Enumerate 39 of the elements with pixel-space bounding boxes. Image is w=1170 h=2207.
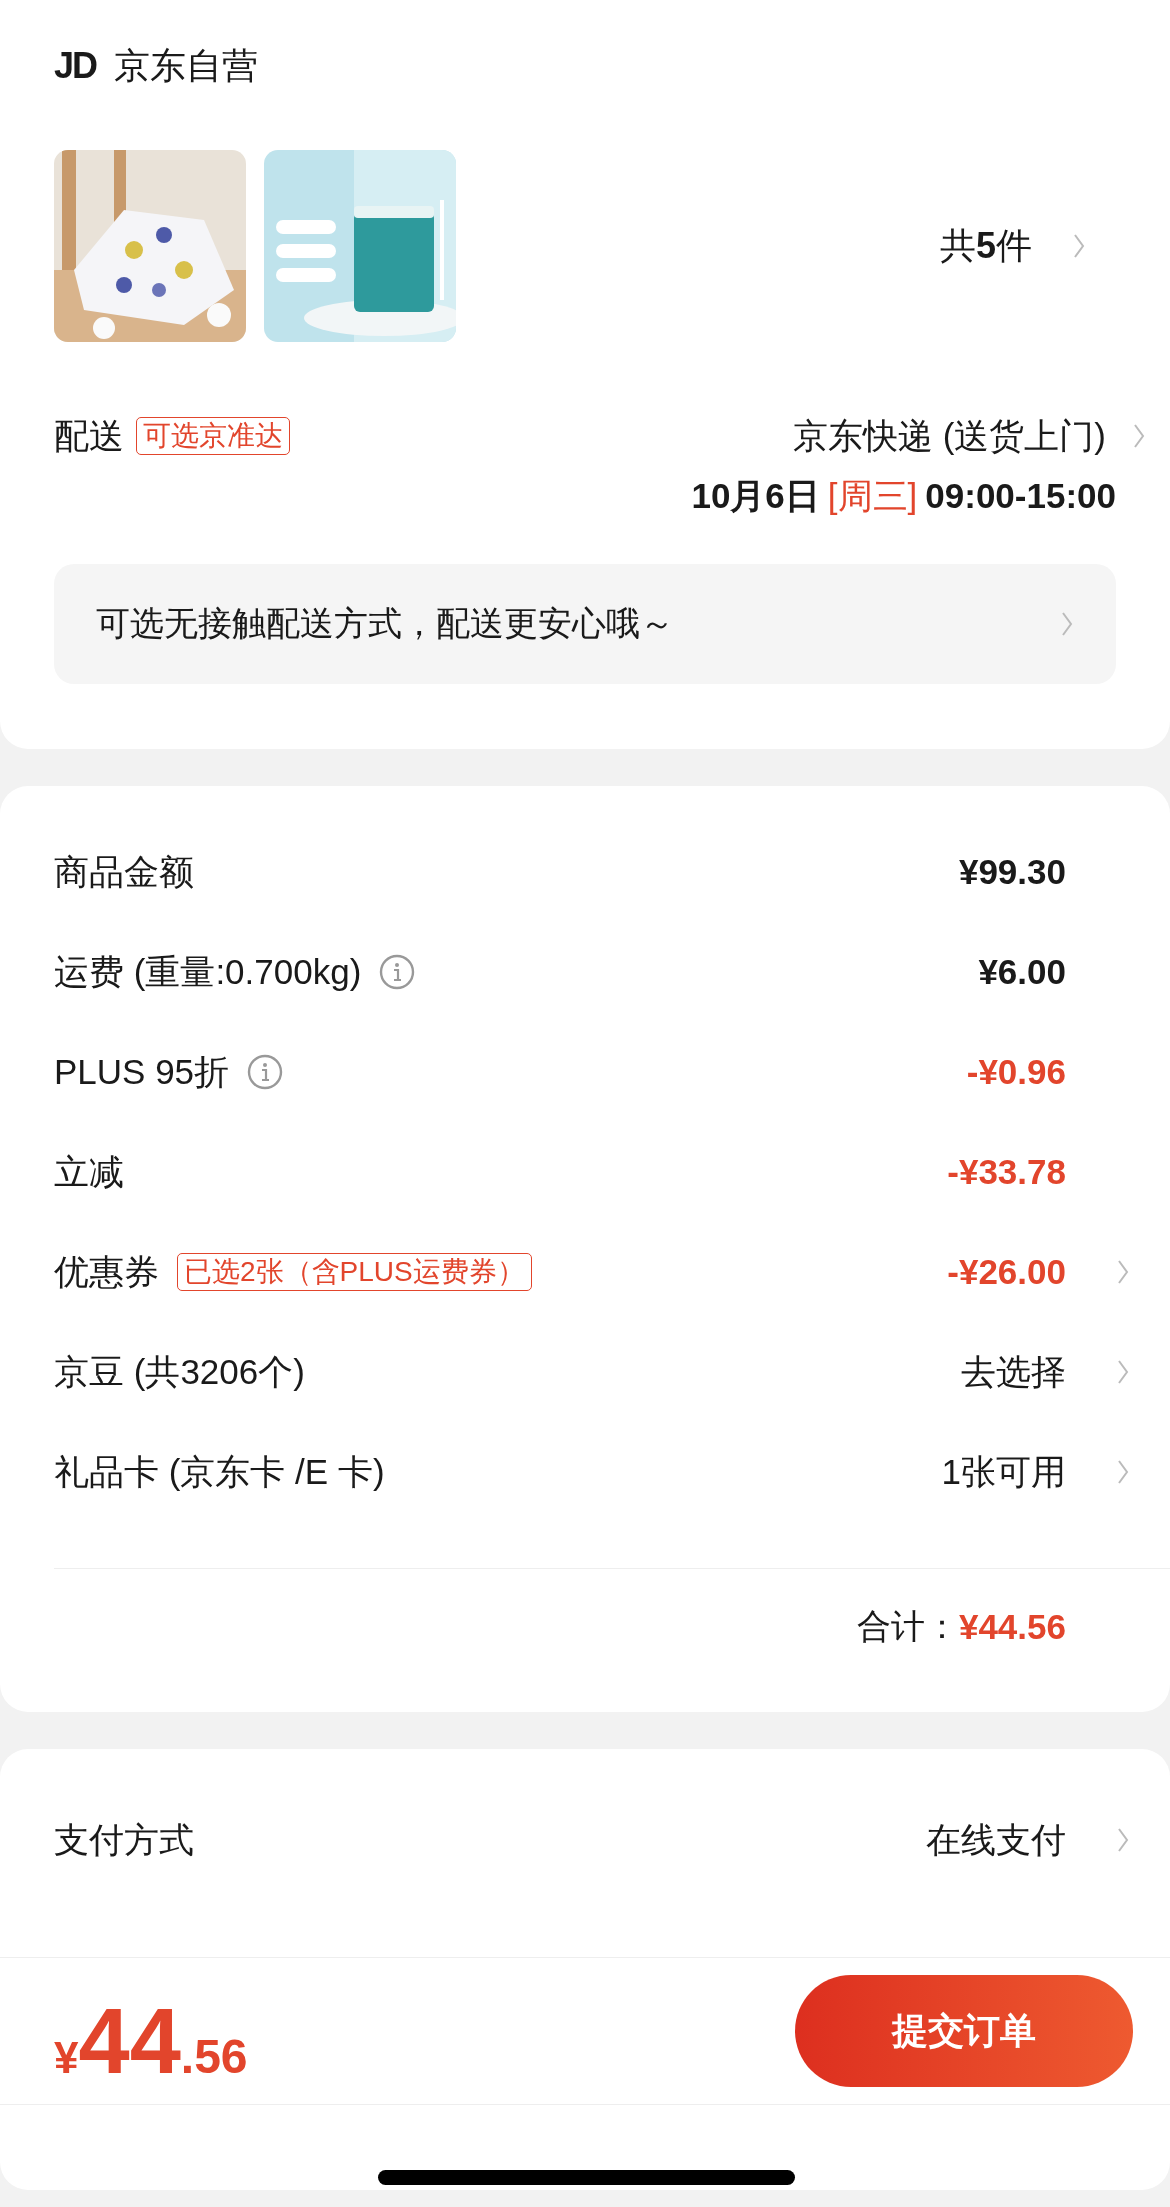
info-icon[interactable] — [379, 954, 416, 990]
delivery-weekday: [周三] — [827, 474, 918, 517]
contactless-notice[interactable]: 可选无接触配送方式，配送更安心哦～ — [54, 564, 1116, 684]
charge-label: 立减 — [54, 1150, 124, 1193]
chevron-icon — [1060, 610, 1074, 638]
info-icon[interactable] — [247, 1054, 284, 1090]
store-name: 京东自营 — [114, 43, 259, 88]
chevron-icon — [1132, 422, 1146, 450]
charge-label: 京豆 (共3206个) — [54, 1350, 305, 1393]
charge-label: PLUS 95折 — [54, 1050, 230, 1093]
payment-label: 支付方式 — [54, 1818, 194, 1861]
submit-order-button[interactable]: 提交订单 — [795, 1975, 1133, 2087]
chevron-icon — [1116, 1826, 1130, 1854]
price-decimal: .56 — [180, 2030, 248, 2084]
chevron-icon — [1072, 232, 1086, 260]
coupon-tag: 已选2张（含PLUS运费券） — [177, 1253, 532, 1291]
charge-value[interactable]: 1张可用 — [941, 1448, 1066, 1496]
charge-value[interactable]: 去选择 — [961, 1348, 1066, 1396]
charge-value[interactable]: -¥26.00 — [947, 1252, 1066, 1292]
delivery-date: 10月6日 — [691, 474, 820, 517]
total-label: 合计： — [856, 1606, 959, 1647]
charge-value: -¥0.96 — [966, 1052, 1066, 1092]
delivery-method[interactable]: 京东快递 (送货上门) — [792, 412, 1106, 460]
store-logo: JD — [54, 45, 97, 87]
charge-label: 优惠券 — [54, 1250, 159, 1293]
charge-label: 运费 (重量:0.700kg) — [54, 950, 362, 993]
charge-value: -¥33.78 — [947, 1152, 1066, 1192]
charge-label: 礼品卡 (京东卡 /E 卡) — [54, 1450, 385, 1493]
delivery-time: 09:00-15:00 — [925, 476, 1116, 516]
delivery-tag: 可选京准达 — [136, 417, 290, 455]
total-amount: ¥44.56 — [958, 1607, 1066, 1647]
charge-value: ¥6.00 — [978, 952, 1066, 992]
price-currency: ¥ — [54, 2033, 79, 2083]
price-integer: 44 — [78, 1995, 181, 2087]
payment-value[interactable]: 在线支付 — [926, 1816, 1066, 1864]
charge-label: 商品金额 — [54, 850, 194, 893]
item-count-link[interactable]: 共5件 — [939, 221, 1116, 271]
charge-value: ¥99.30 — [958, 852, 1066, 892]
delivery-label: 配送 — [54, 414, 124, 457]
